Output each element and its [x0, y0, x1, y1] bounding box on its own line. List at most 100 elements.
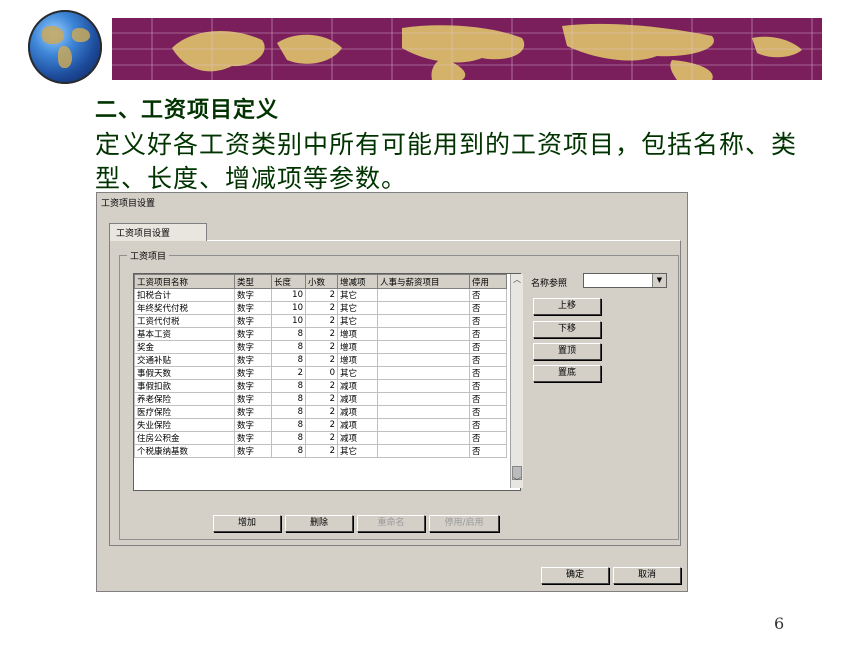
table-cell: 失业保险	[134, 418, 235, 432]
add-button[interactable]: 增加	[213, 515, 281, 532]
banner	[0, 0, 860, 84]
column-header[interactable]: 人事与薪资项目	[377, 274, 470, 289]
table-cell: 其它	[337, 444, 378, 458]
column-header[interactable]: 长度	[271, 274, 306, 289]
table-header-row: 工资项目名称 类型 长度 小数 增减项 人事与薪资项目 停用	[134, 274, 507, 289]
salary-items-grid[interactable]: 工资项目名称 类型 长度 小数 增减项 人事与薪资项目 停用 扣税合计 数字 10 2…	[133, 273, 521, 491]
delete-button[interactable]: 删除	[285, 515, 353, 532]
move-up-button[interactable]: 上移	[533, 298, 601, 315]
table-cell: 数字	[234, 379, 272, 393]
table-cell	[377, 418, 470, 432]
groupbox-title: 工资项目	[127, 249, 170, 262]
table-cell: 数字	[234, 353, 272, 367]
table-cell: 8	[271, 379, 306, 393]
table-cell: 奖金	[134, 340, 235, 354]
tab-salary-item-settings[interactable]: 工资项目设置	[109, 223, 207, 241]
table-cell: 10	[271, 314, 306, 328]
rename-button[interactable]: 重命名	[357, 515, 425, 532]
column-header[interactable]: 工资项目名称	[134, 274, 235, 289]
table-cell	[377, 288, 470, 302]
disable-enable-button[interactable]: 停用/启用	[429, 515, 499, 532]
table-cell: 数字	[234, 288, 272, 302]
table-cell: 8	[271, 418, 306, 432]
table-cell: 2	[305, 301, 338, 315]
table-cell: 2	[305, 444, 338, 458]
column-header[interactable]: 类型	[234, 274, 272, 289]
move-down-button[interactable]: 下移	[533, 321, 601, 338]
table-cell: 2	[305, 431, 338, 445]
dialog-title: 工资项目设置	[101, 199, 156, 209]
table-cell: 年终奖代付税	[134, 301, 235, 315]
scroll-up-icon[interactable]: ︿	[511, 274, 523, 286]
table-cell: 数字	[234, 366, 272, 380]
table-cell: 其它	[337, 301, 378, 315]
table-row[interactable]: 年终奖代付税 数字 10 2 其它 否	[134, 301, 507, 315]
table-cell: 8	[271, 327, 306, 341]
table-row[interactable]: 事假天数 数字 2 0 其它 否	[134, 366, 507, 380]
table-cell: 否	[469, 405, 507, 419]
table-row[interactable]: 基本工资 数字 8 2 增项 否	[134, 327, 507, 341]
table-row[interactable]: 养老保险 数字 8 2 减项 否	[134, 392, 507, 406]
table-cell: 数字	[234, 418, 272, 432]
table-cell: 减项	[337, 392, 378, 406]
table-cell	[377, 366, 470, 380]
table-cell: 否	[469, 353, 507, 367]
table-cell: 否	[469, 314, 507, 328]
table-cell: 事假天数	[134, 366, 235, 380]
table-cell: 数字	[234, 444, 272, 458]
column-header[interactable]: 增减项	[337, 274, 378, 289]
table-cell: 增项	[337, 353, 378, 367]
table-cell: 8	[271, 353, 306, 367]
table-cell: 10	[271, 288, 306, 302]
table-cell: 否	[469, 327, 507, 341]
column-header[interactable]: 小数	[305, 274, 338, 289]
dropdown-arrow-icon[interactable]: ▼	[652, 274, 666, 287]
table-row[interactable]: 个税康纳基数 数字 8 2 其它 否	[134, 444, 507, 458]
set-bottom-button[interactable]: 置底	[533, 365, 601, 382]
ok-button[interactable]: 确定	[541, 567, 609, 584]
table-cell: 数字	[234, 340, 272, 354]
table-cell	[377, 392, 470, 406]
table-cell	[377, 379, 470, 393]
table-cell	[377, 405, 470, 419]
table-row[interactable]: 奖金 数字 8 2 增项 否	[134, 340, 507, 354]
table-cell: 增项	[337, 340, 378, 354]
table-cell: 8	[271, 340, 306, 354]
table-cell: 8	[271, 392, 306, 406]
table-cell: 医疗保险	[134, 405, 235, 419]
table-row[interactable]: 事假扣款 数字 8 2 减项 否	[134, 379, 507, 393]
table-cell: 否	[469, 366, 507, 380]
table-cell: 扣税合计	[134, 288, 235, 302]
table-cell: 否	[469, 288, 507, 302]
table-cell: 否	[469, 431, 507, 445]
table-row[interactable]: 工资代付税 数字 10 2 其它 否	[134, 314, 507, 328]
table-cell	[377, 444, 470, 458]
name-reference-label: 名称参照	[531, 279, 568, 289]
table-cell	[377, 301, 470, 315]
table-cell	[377, 314, 470, 328]
table-cell: 否	[469, 340, 507, 354]
column-header[interactable]: 停用	[469, 274, 507, 289]
table-row[interactable]: 医疗保险 数字 8 2 减项 否	[134, 405, 507, 419]
table-cell: 数字	[234, 314, 272, 328]
set-top-button[interactable]: 置顶	[533, 343, 601, 360]
table-row[interactable]: 交通补贴 数字 8 2 增项 否	[134, 353, 507, 367]
salary-items-table: 工资项目名称 类型 长度 小数 增减项 人事与薪资项目 停用 扣税合计 数字 10 2…	[134, 274, 507, 458]
table-row[interactable]: 扣税合计 数字 10 2 其它 否	[134, 288, 507, 302]
table-cell: 数字	[234, 431, 272, 445]
table-cell: 其它	[337, 366, 378, 380]
table-cell	[377, 431, 470, 445]
scroll-down-icon[interactable]: ﹀	[511, 476, 523, 488]
table-row[interactable]: 失业保险 数字 8 2 减项 否	[134, 418, 507, 432]
table-cell: 增项	[337, 327, 378, 341]
table-cell: 2	[271, 366, 306, 380]
slide-heading: 二、工资项目定义	[95, 98, 280, 123]
cancel-button[interactable]: 取消	[613, 567, 681, 584]
grid-vertical-scrollbar[interactable]: ︿ ﹀	[510, 274, 523, 488]
table-row[interactable]: 住房公积金 数字 8 2 减项 否	[134, 431, 507, 445]
page-number: 6	[774, 614, 785, 633]
table-cell	[377, 327, 470, 341]
table-cell: 2	[305, 288, 338, 302]
name-reference-select[interactable]: ▼	[583, 273, 667, 288]
table-cell: 基本工资	[134, 327, 235, 341]
